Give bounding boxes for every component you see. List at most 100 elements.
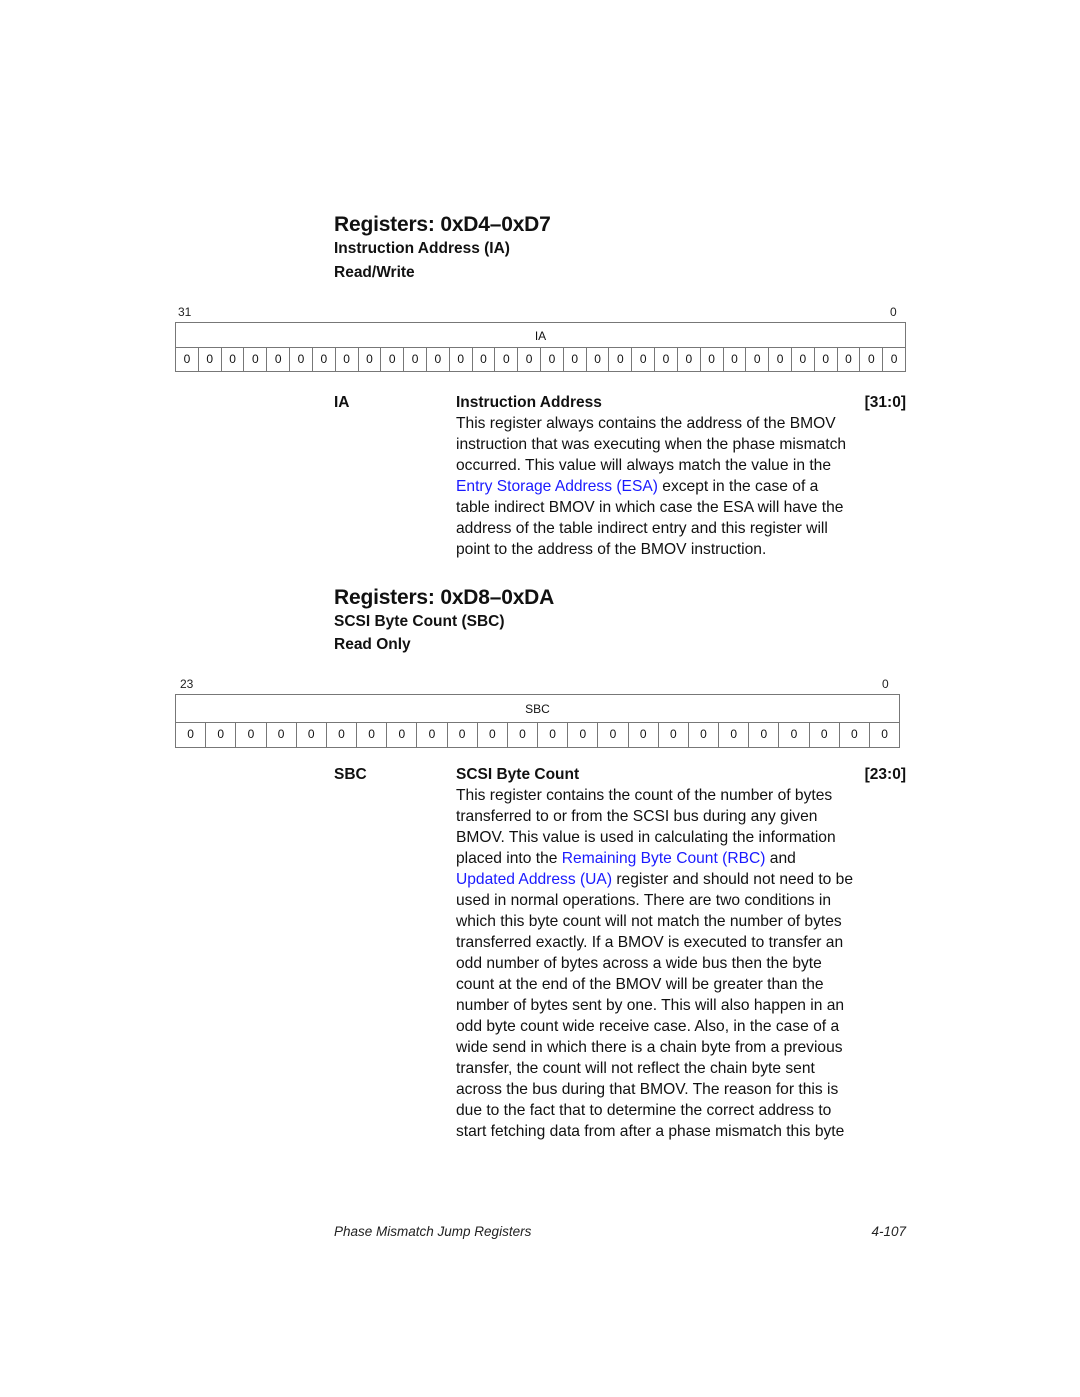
bit-cell: 0 [719,723,750,748]
bit-cell: 0 [357,723,388,748]
bit-cell: 0 [176,348,199,371]
field-range-sbc: [23:0] [864,766,906,783]
text-segment: placed into the [456,850,562,867]
bit-low-label: 0 [882,677,889,691]
register-subtitle-ia: Instruction Address (IA) [334,240,510,257]
bit-cell: 0 [518,348,541,371]
bit-high-label: 31 [178,305,192,319]
text-segment: number of bytes sent by one. This will a… [456,997,845,1014]
description-line: count at the end of the BMOV will be gre… [456,974,906,995]
bit-cell: 0 [236,723,267,748]
description-line: address of the table indirect entry and … [456,518,906,539]
field-description-sbc: This register contains the count of the … [456,785,906,1142]
bit-cell: 0 [598,723,629,748]
bit-cell: 0 [659,723,689,748]
description-line: due to the fact that to determine the co… [456,1100,906,1121]
bit-cell: 0 [840,723,870,748]
description-line: across the bus during that BMOV. The rea… [456,1079,906,1100]
description-line: wide send in which there is a chain byte… [456,1037,906,1058]
text-segment: odd number of bytes across a wide bus th… [456,955,822,972]
bit-cell: 0 [495,348,519,371]
description-line: which this byte count will not match the… [456,911,906,932]
reset-values-row: 000000000000000000000000 [176,723,899,748]
bit-cell: 0 [297,723,327,748]
bit-cell: 0 [244,348,268,371]
bit-high-label: 23 [180,677,194,691]
bit-cell: 0 [769,348,792,371]
field-range-ia: [31:0] [864,394,906,411]
bit-cell: 0 [632,348,656,371]
bit-cell: 0 [176,723,207,748]
register-subtitle-sbc: SCSI Byte Count (SBC) [334,613,505,630]
bit-cell: 0 [629,723,659,748]
bit-cell: 0 [689,723,720,748]
text-segment: except in the case of a [657,478,819,495]
page-number: 4-107 [871,1224,906,1239]
description-line: transferred to or from the SCSI bus duri… [456,806,906,827]
bit-cell: 0 [290,348,313,371]
bit-cell: 0 [564,348,587,371]
bit-cell: 0 [724,348,747,371]
bit-cell: 0 [381,348,405,371]
text-segment: register and should not need to be [612,871,854,888]
footer-chapter-title: Phase Mismatch Jump Registers [334,1224,532,1239]
field-name-row: IA [176,323,905,348]
register-title-ia: Registers: 0xD4–0xD7 [334,213,551,236]
description-line: Updated Address (UA) register and should… [456,869,906,890]
bit-low-label: 0 [890,305,897,319]
description-line: start fetching data from after a phase m… [456,1121,906,1142]
description-line: Entry Storage Address (ESA) except in th… [456,476,906,497]
text-segment: wide send in which there is a chain byte… [456,1039,843,1056]
field-name-ia: Instruction Address [456,394,602,411]
bit-cell: 0 [199,348,222,371]
bit-cell: 0 [746,348,770,371]
bit-cell: 0 [267,348,291,371]
bit-cell: 0 [267,723,297,748]
reset-values-row: 00000000000000000000000000000000 [176,348,905,371]
bit-cell: 0 [327,723,358,748]
bit-cell: 0 [387,723,418,748]
bit-cell: 0 [701,348,724,371]
bit-cell: 0 [678,348,701,371]
text-segment: address of the table indirect entry and … [456,520,828,537]
cross-reference-link[interactable]: Remaining Byte Count (RBC) [562,850,766,867]
text-segment: transferred exactly. If a BMOV is execut… [456,934,844,951]
bit-cell: 0 [587,348,610,371]
bit-cell: 0 [206,723,237,748]
cross-reference-link[interactable]: Updated Address (UA) [456,871,612,888]
text-segment: due to the fact that to determine the co… [456,1102,832,1119]
bit-cell: 0 [749,723,780,748]
description-line: placed into the Remaining Byte Count (RB… [456,848,906,869]
field-abbr-ia: IA [334,394,350,411]
bit-cell: 0 [609,348,633,371]
bit-cell: 0 [313,348,336,371]
text-segment: which this byte count will not match the… [456,913,842,930]
description-line: odd byte count wide receive case. Also, … [456,1016,906,1037]
field-name-row: SBC [176,695,899,723]
bit-cell: 0 [881,727,888,741]
description-line: BMOV. This value is used in calculating … [456,827,906,848]
bit-cell: 0 [655,348,678,371]
text-segment: count at the end of the BMOV will be gre… [456,976,824,993]
text-segment: odd byte count wide receive case. Also, … [456,1018,840,1035]
text-segment: point to the address of the BMOV instruc… [456,541,767,558]
text-segment: and [765,850,796,867]
register-access-sbc: Read Only [334,636,411,653]
description-line: transferred exactly. If a BMOV is execut… [456,932,906,953]
register-access-ia: Read/Write [334,264,415,281]
text-segment: table indirect BMOV in which case the ES… [456,499,844,516]
bit-cell: 0 [222,348,245,371]
bit-cell: 0 [538,723,569,748]
bit-cell: 0 [336,348,359,371]
bit-cell: 0 [860,348,884,371]
description-line: used in normal operations. There are two… [456,890,906,911]
bit-cell: 0 [450,348,473,371]
description-line: odd number of bytes across a wide bus th… [456,953,906,974]
text-segment: transfer, the count will not reflect the… [456,1060,815,1077]
cross-reference-link[interactable]: Entry Storage Address (ESA) [456,478,658,495]
field-name-sbc: SCSI Byte Count [456,766,580,783]
text-segment: transferred to or from the SCSI bus duri… [456,808,818,825]
bit-cell: 0 [792,348,815,371]
description-line: table indirect BMOV in which case the ES… [456,497,906,518]
bit-cell: 0 [779,723,810,748]
